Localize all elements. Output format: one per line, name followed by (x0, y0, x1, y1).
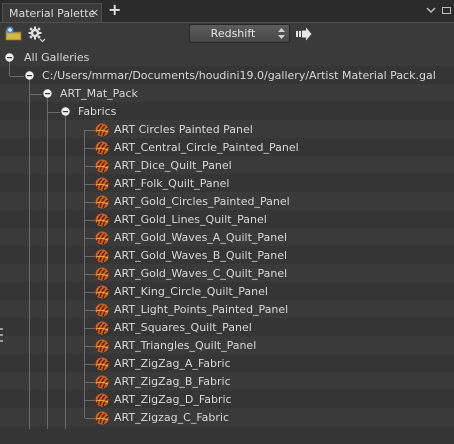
material-swatch-icon (95, 195, 109, 209)
material-swatch-icon (95, 123, 109, 137)
tree-guide (29, 76, 30, 429)
tree-guide (85, 184, 95, 185)
material-swatch-icon (95, 339, 109, 353)
material-item-label[interactable]: ART_Gold_Lines_Quilt_Panel (114, 213, 267, 226)
material-item-label[interactable]: ART_ZigZag_B_Fabric (114, 375, 231, 388)
tab-label: Material Palette (9, 7, 96, 20)
tree-guide (30, 94, 42, 95)
tree-guide (85, 382, 95, 383)
add-tab-button[interactable]: + (108, 2, 121, 18)
material-swatch-icon (95, 303, 109, 317)
material-swatch-icon (95, 249, 109, 263)
material-swatch-icon (95, 411, 109, 425)
collapse-icon[interactable] (61, 107, 70, 116)
tree-guide (85, 238, 95, 239)
material-item-label[interactable]: ART_Central_Circle_Painted_Panel (114, 141, 299, 154)
tree-guide (85, 400, 95, 401)
tab-material-palette[interactable]: Material Palette × (2, 3, 102, 23)
material-item-label[interactable]: ART_Light_Points_Painted_Panel (114, 303, 288, 316)
renderer-select[interactable]: Redshift (189, 24, 290, 43)
chevron-down-icon[interactable] (424, 3, 438, 17)
renderer-select-value: Redshift (210, 27, 256, 40)
gallery-tree[interactable]: All Galleries C:/Users/mrmar/Documents/h… (0, 48, 454, 444)
material-swatch-icon (95, 357, 109, 371)
material-item-label[interactable]: ART Circles Painted Panel (114, 123, 253, 136)
material-item-label[interactable]: ART_King_Circle_Quilt_Panel (114, 285, 268, 298)
splitter-grip-icon[interactable] (0, 328, 3, 342)
material-swatch-icon (95, 393, 109, 407)
tree-guide (85, 310, 95, 311)
material-item-label[interactable]: ART_Gold_Circles_Painted_Panel (114, 195, 290, 208)
tree-guide (85, 256, 95, 257)
updown-arrows-icon (278, 28, 285, 39)
material-swatch-icon (95, 231, 109, 245)
tree-guide (85, 346, 95, 347)
tree-guide (85, 328, 95, 329)
material-swatch-icon (95, 177, 109, 191)
material-item-label[interactable]: ART_ZigZag_A_Fabric (114, 357, 231, 370)
material-item-label[interactable]: ART_Folk_Quilt_Panel (114, 177, 229, 190)
material-swatch-icon (95, 141, 109, 155)
tree-guide (85, 130, 95, 131)
tree-guide (85, 148, 95, 149)
material-swatch-icon (95, 267, 109, 281)
material-item-label[interactable]: ART_Gold_Waves_C_Quilt_Panel (114, 267, 287, 280)
tree-guide (47, 94, 48, 429)
pane-options-icon[interactable] (442, 7, 451, 14)
material-item-label[interactable]: ART_Squares_Quilt_Panel (114, 321, 252, 334)
material-item-label[interactable]: ART_Zigzag_C_Fabric (114, 411, 229, 424)
tree-guide (85, 220, 95, 221)
collapse-icon[interactable] (5, 53, 14, 62)
tree-guide (10, 76, 24, 77)
tree-guide (85, 292, 95, 293)
material-item-label[interactable]: ART_Dice_Quilt_Panel (114, 159, 232, 172)
tree-node-all-galleries[interactable]: All Galleries (24, 51, 89, 64)
material-item-label[interactable]: ART_Gold_Waves_B_Quilt_Panel (114, 249, 287, 262)
material-swatch-icon (95, 213, 109, 227)
tree-guide (48, 112, 60, 113)
folder-add-icon[interactable] (5, 26, 23, 42)
collapse-icon[interactable] (25, 71, 34, 80)
material-item-label[interactable]: ART_Triangles_Quilt_Panel (114, 339, 256, 352)
tree-node-fabrics[interactable]: Fabrics (78, 105, 116, 118)
tree-node-mat-pack[interactable]: ART_Mat_Pack (60, 87, 138, 100)
material-swatch-icon (95, 285, 109, 299)
tree-guide (65, 112, 66, 429)
pane-tab-bar: Material Palette × + (0, 0, 454, 23)
gear-icon[interactable] (28, 26, 46, 44)
material-item-label[interactable]: ART_ZigZag_D_Fabric (114, 393, 232, 406)
close-tab-icon[interactable]: × (90, 6, 99, 19)
material-swatch-icon (95, 159, 109, 173)
tree-guide (85, 274, 95, 275)
toolbar: Redshift (0, 23, 454, 46)
collapse-icon[interactable] (43, 89, 52, 98)
tree-guide (85, 166, 95, 167)
tree-guide (85, 364, 95, 365)
material-item-label[interactable]: ART_Gold_Waves_A_Quilt_Panel (114, 231, 287, 244)
material-swatch-icon (95, 375, 109, 389)
material-swatch-icon (95, 321, 109, 335)
tree-guide (85, 202, 95, 203)
arrow-right-icon[interactable] (296, 27, 312, 41)
tree-node-gallery-path[interactable]: C:/Users/mrmar/Documents/houdini19.0/gal… (42, 69, 436, 82)
tree-guide (85, 418, 95, 419)
